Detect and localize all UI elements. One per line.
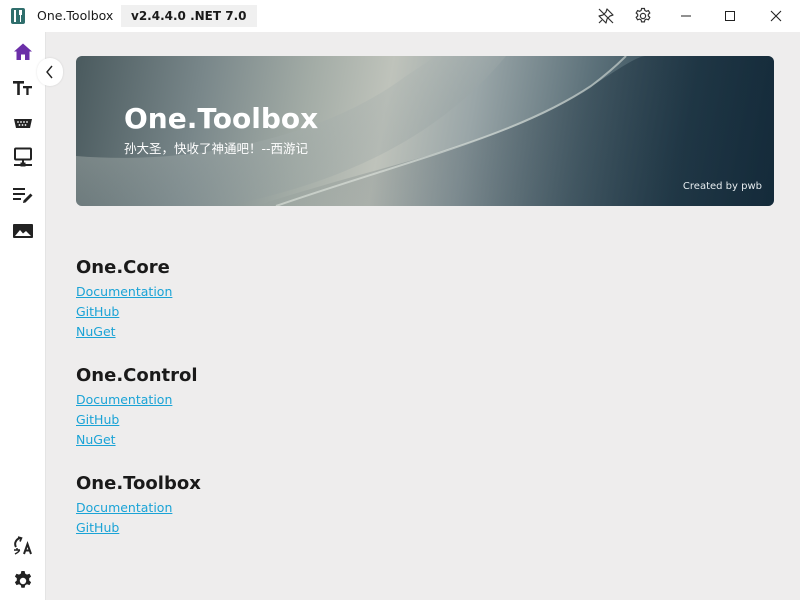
home-icon bbox=[14, 43, 32, 60]
section-one-toolbox: One.Toolbox Documentation GitHub bbox=[76, 472, 476, 538]
github-link[interactable]: GitHub bbox=[76, 302, 119, 322]
translate-icon bbox=[14, 536, 32, 555]
pin-button[interactable] bbox=[590, 0, 622, 32]
section-one-core: One.Core Documentation GitHub NuGet bbox=[76, 256, 476, 342]
sidebar-item-notes[interactable] bbox=[0, 177, 46, 213]
sidebar-item-translate[interactable] bbox=[0, 528, 46, 564]
nuget-link[interactable]: NuGet bbox=[76, 430, 116, 450]
section-title: One.Control bbox=[76, 365, 198, 386]
nuget-link[interactable]: NuGet bbox=[76, 322, 116, 342]
pin-off-icon bbox=[598, 8, 614, 24]
app-logo-icon bbox=[11, 8, 25, 24]
sidebar-collapse-button[interactable] bbox=[37, 58, 63, 86]
settings-button[interactable] bbox=[627, 0, 659, 32]
minimize-button[interactable] bbox=[666, 0, 706, 32]
app-title: One.Toolbox bbox=[37, 8, 114, 23]
banner-subtitle: 孙大圣，快收了神通吧！--西游记 bbox=[124, 141, 309, 156]
section-title: One.Core bbox=[76, 257, 170, 278]
chevron-left-icon bbox=[46, 65, 53, 79]
sidebar-item-image[interactable] bbox=[0, 213, 46, 249]
settings-icon bbox=[635, 7, 651, 23]
banner-credit: Created by pwb bbox=[682, 181, 762, 192]
sidebar bbox=[0, 32, 46, 600]
github-link[interactable]: GitHub bbox=[76, 410, 119, 430]
minimize-icon bbox=[681, 15, 691, 17]
main-content: One.Toolbox 孙大圣，快收了神通吧！--西游记 Created by … bbox=[37, 32, 800, 600]
maximize-icon bbox=[725, 11, 735, 21]
section-one-control: One.Control Documentation GitHub NuGet bbox=[76, 364, 476, 450]
version-badge: v2.4.4.0 .NET 7.0 bbox=[121, 5, 257, 27]
documentation-link[interactable]: Documentation bbox=[76, 390, 172, 410]
edit-list-icon bbox=[13, 188, 33, 203]
image-icon bbox=[13, 224, 33, 238]
settings-icon bbox=[14, 571, 32, 588]
sidebar-item-serial[interactable] bbox=[0, 106, 46, 142]
sidebar-item-network[interactable] bbox=[0, 140, 46, 176]
sidebar-item-settings[interactable] bbox=[0, 563, 46, 599]
title-bar: One.Toolbox v2.4.4.0 .NET 7.0 bbox=[0, 0, 800, 32]
banner-title: One.Toolbox bbox=[124, 102, 319, 135]
close-button[interactable] bbox=[756, 0, 796, 32]
documentation-link[interactable]: Documentation bbox=[76, 282, 172, 302]
hero-banner: One.Toolbox 孙大圣，快收了神通吧！--西游记 Created by … bbox=[76, 56, 774, 206]
documentation-link[interactable]: Documentation bbox=[76, 498, 172, 518]
section-title: One.Toolbox bbox=[76, 473, 201, 494]
monitor-network-icon bbox=[14, 147, 32, 167]
serial-port-icon bbox=[14, 119, 32, 128]
close-icon bbox=[770, 10, 782, 22]
text-size-icon bbox=[13, 81, 32, 95]
github-link[interactable]: GitHub bbox=[76, 518, 119, 538]
maximize-button[interactable] bbox=[710, 0, 750, 32]
